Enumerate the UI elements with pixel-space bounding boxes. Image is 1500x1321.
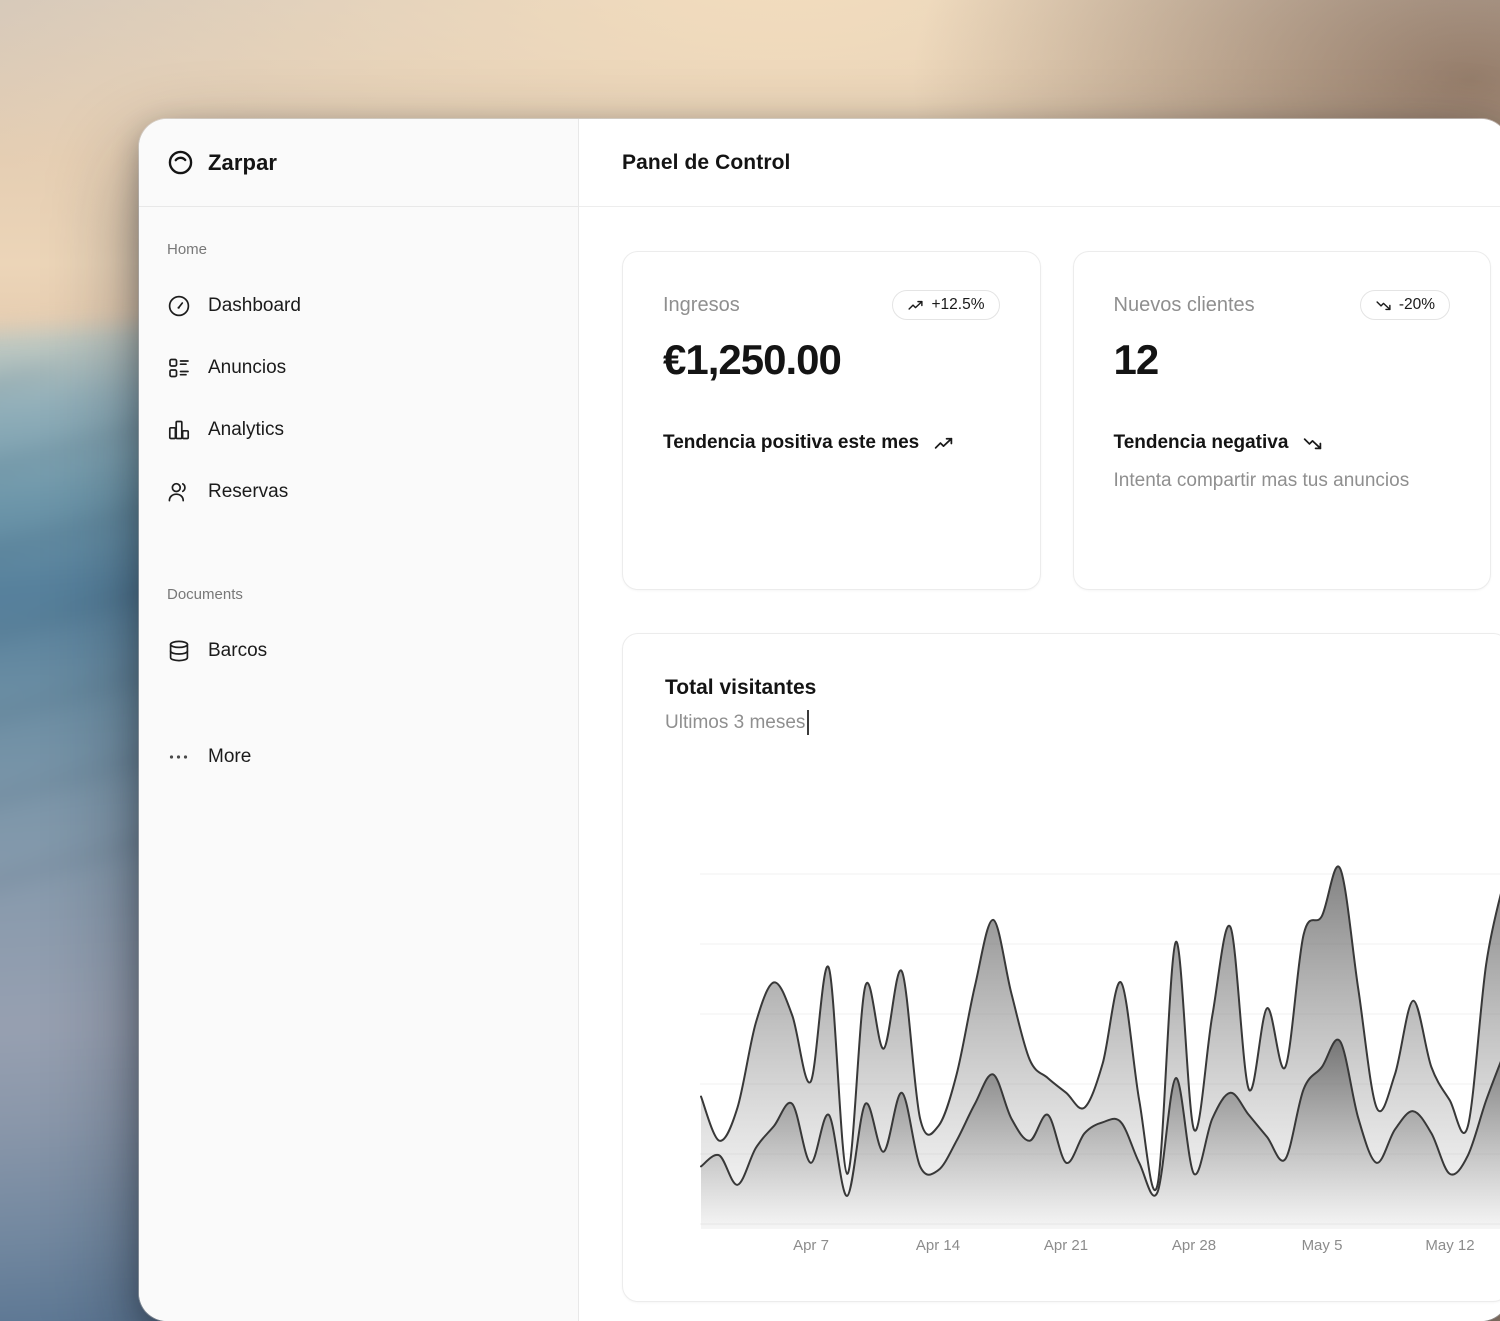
x-axis-tick: Apr 21 (1026, 1237, 1106, 1254)
x-axis-tick: Apr 28 (1154, 1237, 1234, 1254)
trend-badge: +12.5% (892, 290, 999, 320)
x-axis-tick: May 5 (1282, 1237, 1362, 1254)
footnote-text: Tendencia positiva este mes (663, 430, 919, 457)
chart-subtitle-text: Ultimos 3 meses (665, 712, 805, 734)
stat-card-top: Ingresos +12.5% (663, 290, 1000, 320)
sidebar-item-label: Barcos (208, 640, 267, 662)
trending-down-icon (1302, 433, 1323, 454)
sidebar-item-label: Anuncios (208, 357, 286, 379)
stat-card-top: Nuevos clientes -20% (1114, 290, 1451, 320)
stat-label: Ingresos (663, 294, 740, 317)
stat-label: Nuevos clientes (1114, 294, 1255, 317)
text-cursor (807, 710, 809, 735)
circle-logo-icon (167, 149, 194, 176)
gauge-icon (167, 294, 191, 318)
layout-list-icon (167, 356, 191, 380)
nav-section-home: Home (167, 241, 550, 258)
brand-name: Zarpar (208, 150, 277, 176)
sidebar: Zarpar Home Dashboard Anuncios (139, 119, 579, 1321)
sidebar-nav: Home Dashboard Anuncios (139, 207, 578, 797)
main-content: Ingresos +12.5% €1,250.00 Tendencia posi… (579, 207, 1500, 1302)
stat-value: €1,250.00 (663, 336, 1000, 384)
users-icon (167, 480, 191, 504)
visitors-chart-card: Total visitantes Ultimos 3 meses (622, 633, 1500, 1302)
nav-section-documents: Documents (167, 586, 550, 603)
footnote-text: Tendencia negativa (1114, 430, 1289, 457)
stat-cards-row: Ingresos +12.5% €1,250.00 Tendencia posi… (622, 251, 1491, 590)
page-title: Panel de Control (622, 151, 790, 175)
sidebar-item-anuncios[interactable]: Anuncios (167, 346, 550, 390)
sidebar-item-barcos[interactable]: Barcos (167, 629, 550, 673)
x-axis-tick: Apr 7 (771, 1237, 851, 1254)
stat-subtext: Intenta compartir mas tus anuncios (1114, 467, 1419, 495)
badge-value: -20% (1399, 296, 1435, 314)
chart-series (701, 866, 1500, 1229)
sidebar-item-analytics[interactable]: Analytics (167, 408, 550, 452)
main-header: Panel de Control (579, 119, 1500, 207)
stat-footnote: Tendencia positiva este mes (663, 430, 1000, 457)
x-axis-tick: Apr 14 (898, 1237, 978, 1254)
database-icon (167, 639, 191, 663)
trending-up-icon (907, 297, 924, 314)
trending-up-icon (933, 433, 954, 454)
bar-chart-icon (167, 418, 191, 442)
main-area: Panel de Control Ingresos +12.5% (579, 119, 1500, 1321)
trend-badge: -20% (1360, 290, 1450, 320)
stat-card-nuevos-clientes: Nuevos clientes -20% 12 Tendencia negati… (1073, 251, 1492, 590)
trending-down-icon (1375, 297, 1392, 314)
sidebar-item-label: Reservas (208, 481, 288, 503)
sidebar-item-dashboard[interactable]: Dashboard (167, 284, 550, 328)
chart-header: Total visitantes Ultimos 3 meses (665, 676, 816, 735)
stat-card-ingresos: Ingresos +12.5% €1,250.00 Tendencia posi… (622, 251, 1041, 590)
stat-footnote: Tendencia negativa (1114, 430, 1451, 457)
app-window: Zarpar Home Dashboard Anuncios (139, 119, 1500, 1321)
sidebar-item-more[interactable]: More (167, 735, 550, 779)
badge-value: +12.5% (931, 296, 984, 314)
stat-value: 12 (1114, 336, 1451, 384)
sidebar-brand: Zarpar (139, 119, 578, 207)
sidebar-item-label: Analytics (208, 419, 284, 441)
x-axis-tick: May 12 (1410, 1237, 1490, 1254)
ellipsis-icon (167, 745, 191, 769)
chart-title: Total visitantes (665, 676, 816, 700)
sidebar-item-label: Dashboard (208, 295, 301, 317)
chart-subtitle-field[interactable]: Ultimos 3 meses (665, 710, 816, 735)
sidebar-item-reservas[interactable]: Reservas (167, 470, 550, 514)
sidebar-item-label: More (208, 746, 251, 768)
